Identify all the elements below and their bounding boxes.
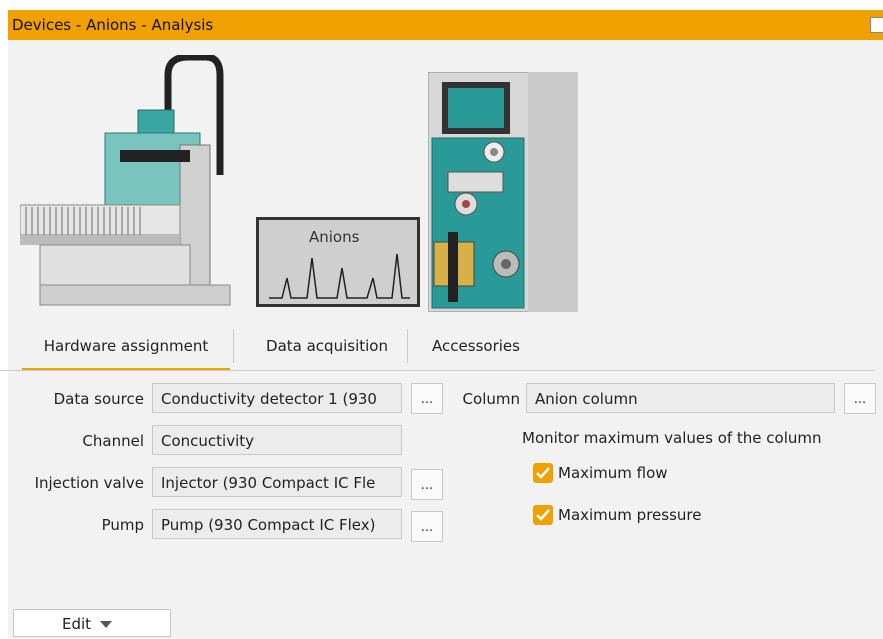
maximize-icon[interactable] (870, 17, 883, 33)
tab-bar: Hardware assignment Data acquisition Acc… (8, 324, 883, 372)
pump-label: Pump (101, 516, 144, 534)
title-bar: Devices - Anions - Analysis (8, 10, 883, 40)
injection-valve-field[interactable]: Injector (930 Compact IC Fle (152, 467, 402, 497)
chromatogram-icon (269, 253, 410, 299)
edit-menu-button[interactable]: Edit (13, 609, 171, 637)
tab-accessories[interactable]: Accessories (416, 324, 536, 368)
tab-divider (233, 329, 234, 363)
chromatogram-monitor: Anions (256, 217, 420, 307)
column-label: Column (462, 390, 520, 408)
tab-divider (407, 329, 408, 363)
monitor-heading: Monitor maximum values of the column (522, 429, 822, 447)
tab-label: Accessories (432, 337, 520, 355)
tab-label: Hardware assignment (43, 337, 209, 355)
ic-instrument-illustration (428, 72, 578, 312)
tab-underline (0, 370, 875, 371)
maximum-flow-checkbox[interactable] (533, 463, 553, 483)
tab-hardware-assignment[interactable]: Hardware assignment (22, 324, 230, 371)
injection-valve-label: Injection valve (34, 474, 144, 492)
maximum-pressure-checkbox[interactable] (533, 505, 553, 525)
data-source-browse-button[interactable]: ... (411, 383, 443, 414)
column-browse-button[interactable]: ... (844, 383, 876, 414)
monitor-label: Anions (309, 228, 360, 246)
tab-label: Data acquisition (266, 337, 388, 355)
data-source-label: Data source (53, 390, 144, 408)
channel-label: Channel (82, 432, 144, 450)
maximum-pressure-label: Maximum pressure (558, 506, 702, 524)
checkmark-icon (536, 509, 550, 521)
autosampler-illustration (20, 55, 231, 306)
dropdown-arrow-icon (100, 621, 112, 628)
column-field[interactable]: Anion column (526, 383, 835, 413)
edit-label: Edit (62, 615, 92, 633)
tab-data-acquisition[interactable]: Data acquisition (242, 324, 412, 368)
channel-field[interactable]: Concuctivity (152, 425, 402, 455)
maximum-flow-label: Maximum flow (558, 464, 668, 482)
injection-valve-browse-button[interactable]: ... (411, 469, 443, 500)
data-source-field[interactable]: Conductivity detector 1 (930 (152, 383, 402, 413)
pump-browse-button[interactable]: ... (411, 511, 443, 542)
window-title: Devices - Anions - Analysis (12, 16, 214, 34)
pump-field[interactable]: Pump (930 Compact IC Flex) (152, 509, 402, 539)
checkmark-icon (536, 467, 550, 479)
